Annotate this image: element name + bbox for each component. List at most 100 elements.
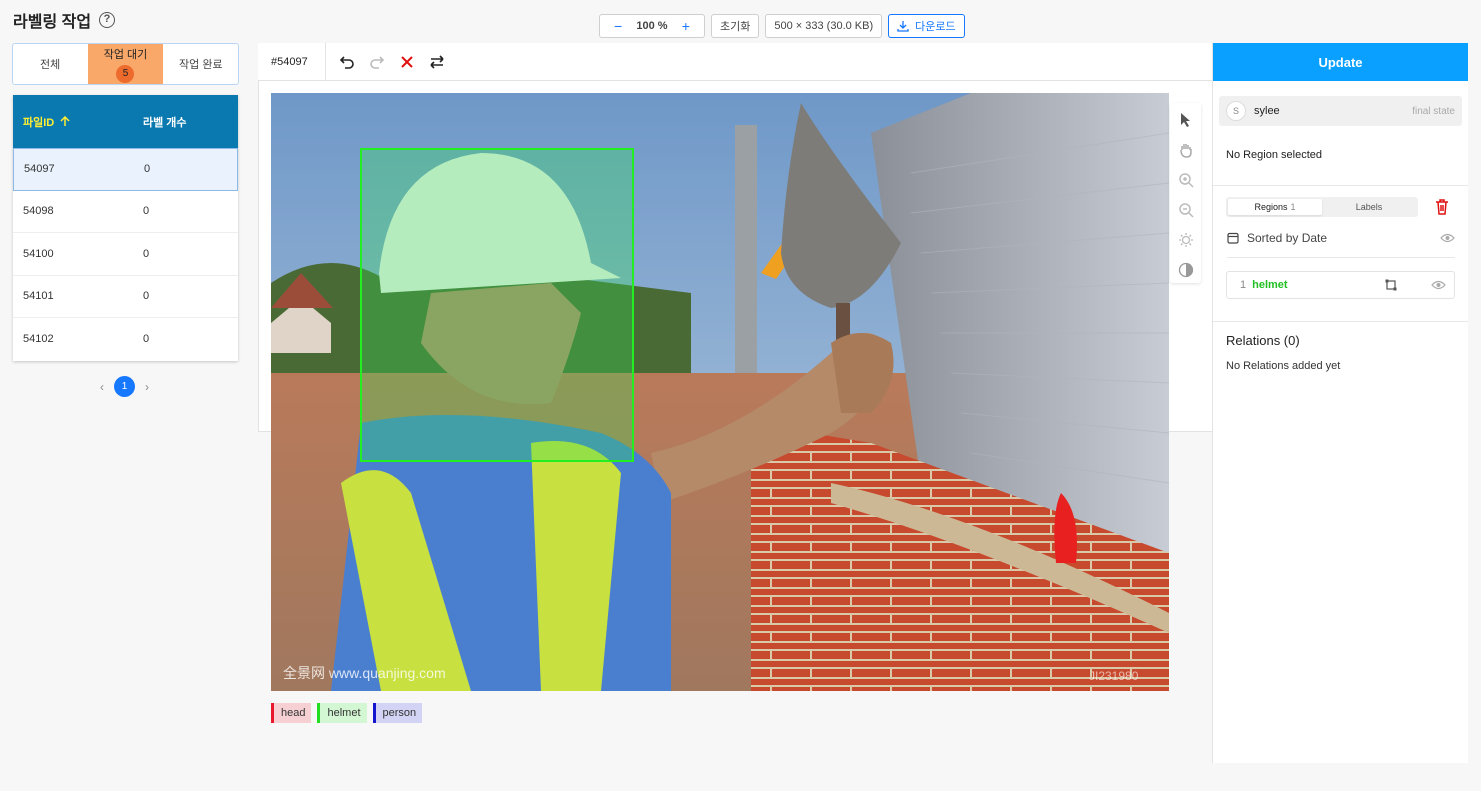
file-id: 54101: [23, 290, 54, 303]
zoom-out-button[interactable]: −: [614, 19, 622, 33]
label-chip-text: head: [281, 707, 306, 719]
table-row[interactable]: 54100 0: [13, 233, 238, 276]
zoom-control: − 100 % +: [599, 14, 705, 38]
zoom-in-icon: [1178, 173, 1194, 188]
table-row[interactable]: 54101 0: [13, 276, 238, 318]
file-id: 54100: [23, 247, 54, 260]
watermark-left: 全景网 www.quanjing.com: [283, 665, 446, 681]
sort-ascending-icon: [60, 116, 70, 126]
file-id: 54098: [23, 205, 54, 218]
label-count: 0: [143, 333, 150, 346]
swap-button[interactable]: [422, 47, 451, 76]
next-page-button[interactable]: ›: [145, 380, 149, 394]
undo-button[interactable]: [332, 47, 361, 76]
reset-annotations-button[interactable]: [392, 47, 421, 76]
page-header: 라벨링 작업 ?: [13, 8, 116, 32]
contrast-icon: [1178, 262, 1193, 278]
label-chip-head[interactable]: head: [271, 703, 312, 723]
select-tool-button[interactable]: [1175, 108, 1197, 132]
download-icon: [897, 21, 909, 32]
zoom-in-button[interactable]: +: [682, 19, 690, 33]
region-number: 1: [1240, 279, 1247, 291]
col-label-count[interactable]: 라벨 개수: [133, 114, 187, 130]
user-name: sylee: [1254, 105, 1280, 117]
eye-icon[interactable]: [1431, 280, 1446, 290]
pending-count-badge: 5: [116, 64, 135, 83]
relations-empty-message: No Relations added yet: [1226, 360, 1341, 372]
col-file-id[interactable]: 파일ID: [13, 114, 133, 130]
table-row[interactable]: 54098 0: [13, 191, 238, 233]
zoom-value: 100 %: [636, 20, 668, 32]
brightness-button[interactable]: [1175, 228, 1197, 252]
avatar: S: [1226, 101, 1246, 121]
right-sidebar: Update S sylee final state No Region sel…: [1212, 43, 1468, 763]
bounding-box-icon: [1385, 279, 1397, 291]
tab-all-label: 전체: [40, 59, 61, 71]
label-count: 0: [143, 247, 150, 260]
task-id: #54097: [258, 42, 326, 81]
brightness-icon: [1178, 233, 1193, 247]
no-region-message: No Region selected: [1213, 126, 1468, 186]
close-icon: [400, 55, 413, 68]
label-count: 0: [143, 205, 150, 218]
tab-labels[interactable]: Labels: [1322, 199, 1416, 215]
zoom-in-tool-button[interactable]: [1175, 168, 1197, 192]
file-table: 파일ID 라벨 개수 54097 0 54098 0 54100 0 54101…: [13, 95, 238, 361]
update-button[interactable]: Update: [1213, 43, 1468, 81]
pan-tool-button[interactable]: [1175, 138, 1197, 162]
cursor-icon: [1180, 113, 1190, 127]
question-circle-icon[interactable]: ?: [99, 12, 116, 28]
tab-regions-label: Regions: [1254, 202, 1288, 212]
tab-regions[interactable]: Regions 1: [1228, 199, 1322, 215]
table-row[interactable]: 54102 0: [13, 318, 238, 361]
user-state: final state: [1412, 105, 1455, 117]
tab-completed[interactable]: 작업 완료: [164, 44, 238, 84]
hand-icon: [1179, 144, 1192, 158]
zoom-out-icon: [1178, 203, 1194, 218]
contrast-button[interactable]: [1175, 258, 1197, 282]
redo-icon: [369, 55, 384, 69]
regions-labels-row: Regions 1 Labels: [1226, 197, 1455, 217]
label-chip-person[interactable]: person: [372, 703, 423, 723]
trash-icon[interactable]: [1435, 199, 1449, 215]
download-label: 다운로드: [915, 21, 956, 33]
tab-pending[interactable]: 작업 대기 5: [88, 44, 163, 84]
page-title: 라벨링 작업: [13, 14, 92, 31]
reset-button[interactable]: 초기화: [711, 14, 760, 38]
relations-section: Relations (0) No Relations added yet: [1213, 321, 1468, 372]
label-chip-text: helmet: [327, 707, 361, 719]
zoom-out-tool-button[interactable]: [1175, 198, 1197, 222]
pagination: ‹ 1 ›: [100, 376, 149, 397]
region-item[interactable]: 1 helmet: [1226, 271, 1455, 299]
status-tabs: 전체 작업 대기 5 작업 완료: [12, 43, 239, 85]
tab-labels-label: Labels: [1355, 202, 1383, 212]
table-row[interactable]: 54097 0: [13, 148, 238, 191]
annotation-user[interactable]: S sylee final state: [1219, 96, 1462, 126]
relations-title: Relations (0): [1226, 333, 1300, 348]
label-chip-helmet[interactable]: helmet: [317, 703, 367, 723]
helmet-bounding-box[interactable]: [360, 148, 634, 462]
photo-canvas: 全景网 www.quanjing.com JI231980: [271, 93, 1169, 691]
regions-labels-tabs: Regions 1 Labels: [1226, 197, 1418, 217]
tab-pending-label: 작업 대기: [103, 48, 148, 61]
eye-icon[interactable]: [1440, 233, 1455, 243]
tab-all[interactable]: 전체: [13, 44, 87, 84]
image-info: 500 × 333 (30.0 KB): [765, 14, 883, 38]
calendar-icon: [1227, 232, 1239, 244]
annotation-image[interactable]: 全景网 www.quanjing.com JI231980: [271, 93, 1169, 691]
sort-control[interactable]: Sorted by Date: [1227, 231, 1455, 258]
redo-button[interactable]: [362, 47, 391, 76]
col-file-id-label: 파일ID: [23, 116, 55, 129]
download-button[interactable]: 다운로드: [888, 14, 965, 38]
page-1-button[interactable]: 1: [114, 376, 135, 397]
swap-arrows-icon: [429, 54, 444, 69]
table-header: 파일ID 라벨 개수: [13, 95, 238, 148]
image-toolbar: − 100 % + 초기화 500 × 333 (30.0 KB) 다운로드: [599, 14, 965, 38]
label-chips: head helmet person: [271, 703, 423, 723]
tab-regions-count: 1: [1290, 202, 1296, 212]
label-count: 0: [144, 163, 151, 176]
prev-page-button[interactable]: ‹: [100, 380, 104, 394]
tool-panel: [1170, 103, 1201, 283]
file-id: 54102: [23, 333, 54, 346]
editor-toolbar: #54097: [258, 42, 1213, 81]
